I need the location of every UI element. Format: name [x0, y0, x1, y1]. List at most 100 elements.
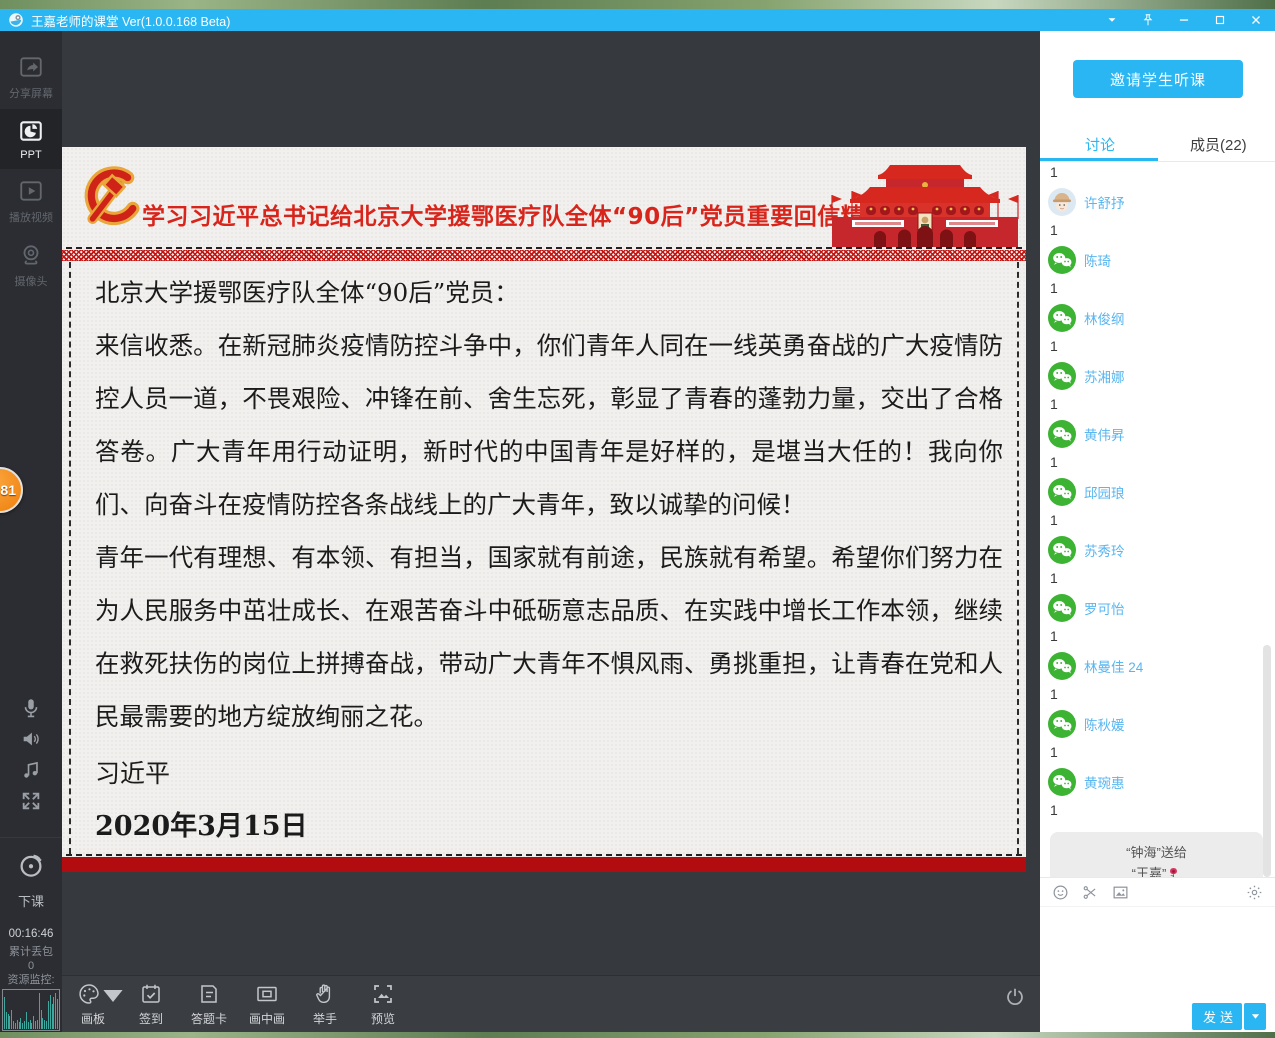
share-screen-icon — [18, 54, 44, 80]
chat-message: 陈琦 1 — [1048, 246, 1265, 296]
resource-monitor-label: 资源监控: — [0, 973, 62, 987]
toolbar-item-sign-in[interactable]: 签到 — [134, 982, 168, 1027]
chat-sender-name[interactable]: 许舒抒 — [1084, 192, 1125, 212]
chat-message: 罗可怡 1 — [1048, 594, 1265, 644]
resource-bar — [37, 1020, 38, 1030]
chat-scrollbar[interactable] — [1263, 645, 1271, 877]
chat-message-header: 林曼佳 24 — [1048, 652, 1265, 680]
chat-message-header: 邱园琅 — [1048, 478, 1265, 506]
toolbar-item-raise-hand[interactable]: 举手 — [308, 982, 342, 1027]
toolbar-item-pip[interactable]: 画中画 — [250, 982, 284, 1027]
screenshot-scissors-icon[interactable] — [1082, 884, 1099, 901]
chat-message: 许舒抒 1 — [1048, 188, 1265, 238]
wechat-avatar — [1048, 652, 1076, 680]
wechat-avatar — [1048, 710, 1076, 738]
letter-salutation: 北京大学援鄂医疗队全体“90后”党员： — [95, 266, 1003, 319]
rose-icon — [1166, 866, 1181, 877]
chat-message-header: 罗可怡 — [1048, 594, 1265, 622]
alarm-icon — [16, 850, 46, 885]
resource-bar — [31, 1023, 32, 1029]
send-options-button[interactable] — [1244, 1003, 1266, 1030]
fullscreen-icon[interactable] — [20, 790, 42, 812]
gift-notification: “钟海”送给“王嘉” — [1050, 832, 1263, 877]
chat-sender-name[interactable]: 苏秀玲 — [1084, 540, 1125, 560]
maximize-icon[interactable] — [1211, 11, 1229, 29]
chat-sender-name[interactable]: 黄琬惠 — [1084, 772, 1125, 792]
resource-bar — [24, 1021, 25, 1029]
chat-tabs: 讨论 成员(22) — [1040, 134, 1275, 161]
chat-message-text: 1 — [1050, 686, 1265, 702]
red-band-bottom — [62, 857, 1026, 872]
answer-card-icon — [197, 982, 221, 1006]
image-icon[interactable] — [1112, 884, 1129, 901]
sidebar-tool-share-screen[interactable]: 分享屏幕 — [0, 45, 62, 109]
chat-sender-name[interactable]: 黄伟昇 — [1084, 424, 1125, 444]
chat-sender-name[interactable]: 林俊纲 — [1084, 308, 1125, 328]
toolbar-item-drawing-board[interactable]: 画板 — [76, 982, 110, 1027]
collapse-icon[interactable] — [1103, 11, 1121, 29]
packet-loss-label: 累计丢包 — [0, 945, 62, 959]
chat-message-list[interactable]: 1 许舒抒 1 陈琦 1 林俊纲 1 苏湘娜 1 黄伟昇 1 — [1040, 162, 1275, 877]
sidebar-tool-camera[interactable]: 摄像头 — [0, 233, 62, 297]
resource-bar — [13, 1021, 14, 1029]
chat-message-header: 林俊纲 — [1048, 304, 1265, 332]
chat-message-text: 1 — [1050, 222, 1265, 238]
tiananmen-illustration — [822, 157, 1028, 249]
speaker-icon[interactable] — [20, 728, 42, 750]
toolbar-item-preview[interactable]: 预览 — [366, 982, 400, 1027]
toolbar-item-answer-card[interactable]: 答题卡 — [192, 982, 226, 1027]
resource-bar — [28, 1022, 29, 1029]
party-emblem-icon — [74, 159, 140, 243]
chat-message-header: 陈琦 — [1048, 246, 1265, 274]
letter-signature: 习近平 — [95, 747, 1003, 800]
send-button[interactable]: 发送 — [1192, 1003, 1242, 1030]
tab-discussion[interactable]: 讨论 — [1085, 134, 1115, 155]
wechat-avatar — [1048, 536, 1076, 564]
resource-bar — [11, 1010, 12, 1029]
chat-message-text: 1 — [1050, 628, 1265, 644]
chat-message-text: 1 — [1050, 164, 1265, 180]
resource-bar — [53, 997, 54, 1029]
chat-message: 林俊纲 1 — [1048, 304, 1265, 354]
caret-down-icon — [101, 984, 109, 992]
main-window: 分享屏幕 PPT 播放视频 摄像头 81 下课 00:16:46 累计丢包 0 … — [0, 31, 1275, 1032]
sidebar-tool-play-video[interactable]: 播放视频 — [0, 169, 62, 233]
resource-bar — [20, 1018, 21, 1029]
wechat-avatar — [1048, 304, 1076, 332]
end-class-button[interactable]: 下课 — [0, 837, 62, 910]
chat-message-header: 苏湘娜 — [1048, 362, 1265, 390]
chat-settings-gear-icon[interactable] — [1246, 884, 1263, 901]
resource-bar — [55, 993, 56, 1029]
chat-sender-name[interactable]: 陈秋媛 — [1084, 714, 1125, 734]
music-icon[interactable] — [20, 759, 42, 781]
resource-bar — [19, 1022, 20, 1029]
resource-bar — [22, 1023, 23, 1029]
emoji-icon[interactable] — [1052, 884, 1069, 901]
chat-message-text: 1 — [1050, 512, 1265, 528]
media-controls — [0, 697, 62, 812]
resource-bar — [30, 1020, 31, 1030]
chat-sender-name[interactable]: 林曼佳 24 — [1084, 656, 1143, 676]
close-icon[interactable] — [1247, 11, 1265, 29]
pin-icon[interactable] — [1139, 11, 1157, 29]
drawing-board-icon — [77, 982, 101, 1006]
app-logo-icon — [8, 12, 24, 28]
praise-count-badge[interactable]: 81 — [0, 467, 23, 513]
chat-sender-name[interactable]: 陈琦 — [1084, 250, 1111, 270]
sidebar-tool-ppt[interactable]: PPT — [0, 109, 62, 169]
chat-sender-name[interactable]: 苏湘娜 — [1084, 366, 1125, 386]
chat-sender-name[interactable]: 罗可怡 — [1084, 598, 1125, 618]
minimize-icon[interactable] — [1175, 11, 1193, 29]
invite-students-button[interactable]: 邀请学生听课 — [1073, 60, 1243, 98]
chat-input[interactable] — [1040, 908, 1275, 1000]
bottom-toolbar: 画板 签到 答题卡 画中画 举手 预览 — [62, 975, 1040, 1032]
chat-message-text: 1 — [1050, 280, 1265, 296]
power-button[interactable] — [1004, 986, 1026, 1013]
resource-monitor-chart — [2, 989, 60, 1031]
tab-members[interactable]: 成员(22) — [1190, 134, 1247, 155]
chat-message: 苏秀玲 1 — [1048, 536, 1265, 586]
resource-bar — [39, 993, 40, 1029]
camera-icon — [18, 242, 44, 268]
chat-sender-name[interactable]: 邱园琅 — [1084, 482, 1125, 502]
microphone-icon[interactable] — [20, 697, 42, 719]
